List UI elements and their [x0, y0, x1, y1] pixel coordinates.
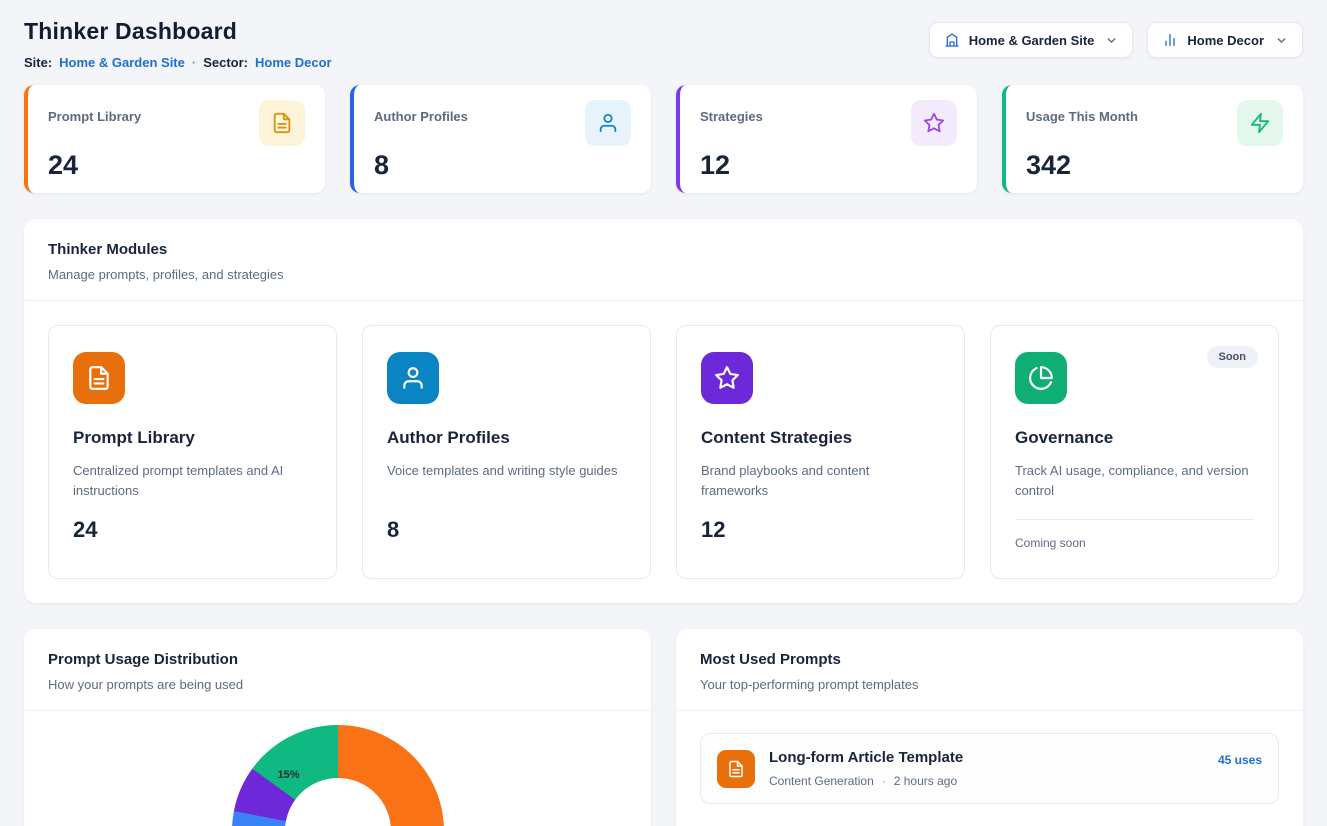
module-count: 8 [387, 517, 626, 543]
module-description: Track AI usage, compliance, and version … [1015, 461, 1254, 501]
module-description: Centralized prompt templates and AI inst… [73, 461, 312, 501]
stat-card-prompt-library: Prompt Library 24 [24, 85, 325, 193]
module-card-prompt-library[interactable]: Prompt Library Centralized prompt templa… [48, 325, 337, 579]
bolt-icon [1237, 100, 1283, 146]
donut-slice-label: 15% [278, 769, 300, 781]
donut-hole [285, 778, 391, 826]
module-card-content-strategies[interactable]: Content Strategies Brand playbooks and c… [676, 325, 965, 579]
prompt-meta: Content Generation · 2 hours ago [769, 774, 1204, 788]
stat-card-strategies: Strategies 12 [676, 85, 977, 193]
usage-panel-subtitle: How your prompts are being used [48, 677, 627, 692]
building-icon [944, 32, 960, 48]
stat-card-usage: Usage This Month 342 [1002, 85, 1303, 193]
most-used-prompts-panel: Most Used Prompts Your top-performing pr… [676, 629, 1303, 826]
stat-card-author-profiles: Author Profiles 8 [350, 85, 651, 193]
stats-row: Prompt Library 24 Author Profiles 8 Stra… [24, 85, 1303, 193]
prompt-info: Long-form Article Template Content Gener… [769, 749, 1204, 788]
module-description: Voice templates and writing style guides [387, 461, 626, 501]
usage-panel-title: Prompt Usage Distribution [48, 651, 627, 668]
module-card-author-profiles[interactable]: Author Profiles Voice templates and writ… [362, 325, 651, 579]
stat-value: 342 [1026, 150, 1283, 181]
soon-badge: Soon [1207, 346, 1259, 368]
stat-label: Strategies [700, 100, 763, 124]
stat-value: 12 [700, 150, 957, 181]
donut-chart: 15% [232, 725, 444, 826]
separator-dot: · [882, 774, 886, 788]
prompt-list-item[interactable]: Long-form Article Template Content Gener… [700, 733, 1279, 804]
star-icon [911, 100, 957, 146]
breadcrumb: Site: Home & Garden Site · Sector: Home … [24, 55, 332, 70]
stat-value: 24 [48, 150, 305, 181]
document-icon [73, 352, 125, 404]
user-icon [387, 352, 439, 404]
pie-chart-icon [1015, 352, 1067, 404]
chevron-down-icon [1275, 34, 1288, 47]
chart-area: 15% [24, 711, 651, 826]
site-selector-label: Home & Garden Site [969, 33, 1095, 48]
coming-soon-text: Coming soon [1015, 519, 1254, 550]
prompt-time: 2 hours ago [894, 774, 957, 788]
bar-chart-icon [1162, 32, 1178, 48]
site-link[interactable]: Home & Garden Site [59, 55, 185, 70]
module-description: Brand playbooks and content frameworks [701, 461, 940, 501]
document-icon [717, 750, 755, 788]
site-label: Site: [24, 55, 52, 70]
sector-label: Sector: [203, 55, 248, 70]
star-icon [701, 352, 753, 404]
stat-label: Author Profiles [374, 100, 468, 124]
modules-subtitle: Manage prompts, profiles, and strategies [48, 267, 1279, 282]
usage-panel-header: Prompt Usage Distribution How your promp… [24, 629, 651, 711]
modules-panel-header: Thinker Modules Manage prompts, profiles… [24, 219, 1303, 301]
header: Thinker Dashboard Site: Home & Garden Si… [24, 18, 1303, 70]
document-icon [259, 100, 305, 146]
module-count: 24 [73, 517, 312, 543]
prompt-uses-badge: 45 uses [1218, 753, 1262, 767]
header-left: Thinker Dashboard Site: Home & Garden Si… [24, 18, 332, 70]
modules-grid: Prompt Library Centralized prompt templa… [24, 301, 1303, 603]
chevron-down-icon [1105, 34, 1118, 47]
stat-label: Prompt Library [48, 100, 141, 124]
stat-value: 8 [374, 150, 631, 181]
prompt-category: Content Generation [769, 774, 874, 788]
user-icon [585, 100, 631, 146]
usage-distribution-panel: Prompt Usage Distribution How your promp… [24, 629, 651, 826]
page-title: Thinker Dashboard [24, 18, 332, 45]
module-title: Governance [1015, 428, 1254, 448]
module-card-governance: Soon Governance Track AI usage, complian… [990, 325, 1279, 579]
sector-link[interactable]: Home Decor [255, 55, 332, 70]
header-actions: Home & Garden Site Home Decor [929, 22, 1303, 58]
separator-dot: · [192, 55, 196, 70]
bottom-row: Prompt Usage Distribution How your promp… [24, 629, 1303, 826]
thinker-modules-panel: Thinker Modules Manage prompts, profiles… [24, 219, 1303, 603]
module-title: Prompt Library [73, 428, 312, 448]
sector-selector-dropdown[interactable]: Home Decor [1147, 22, 1303, 58]
prompts-panel-header: Most Used Prompts Your top-performing pr… [676, 629, 1303, 711]
site-selector-dropdown[interactable]: Home & Garden Site [929, 22, 1134, 58]
sector-selector-label: Home Decor [1187, 33, 1264, 48]
modules-title: Thinker Modules [48, 241, 1279, 258]
prompts-panel-subtitle: Your top-performing prompt templates [700, 677, 1279, 692]
dashboard-page: Thinker Dashboard Site: Home & Garden Si… [0, 0, 1327, 826]
module-title: Author Profiles [387, 428, 626, 448]
prompts-panel-title: Most Used Prompts [700, 651, 1279, 668]
prompt-title: Long-form Article Template [769, 749, 1204, 766]
stat-label: Usage This Month [1026, 100, 1138, 124]
module-title: Content Strategies [701, 428, 940, 448]
module-count: 12 [701, 517, 940, 543]
